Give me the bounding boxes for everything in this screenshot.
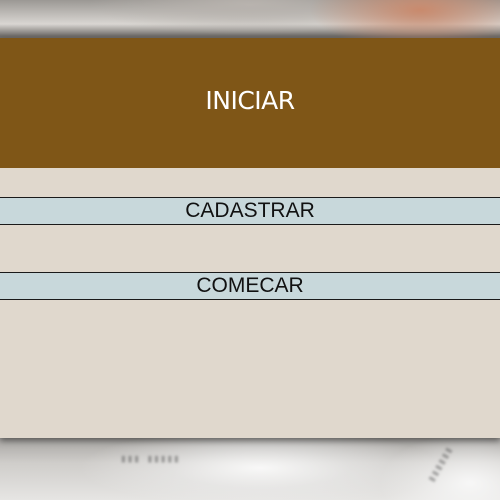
- start-button[interactable]: COMECAR: [0, 272, 500, 300]
- register-button[interactable]: CADASTRAR: [0, 197, 500, 225]
- background-blur-detail: ▮▮▮ ▮▮▮▮▮: [120, 452, 180, 465]
- register-button-label: CADASTRAR: [185, 199, 315, 222]
- page-title: INICIAR: [205, 85, 295, 115]
- start-button-label: COMECAR: [196, 274, 304, 297]
- background-blur-detail: ▮▮▮▮▮▮: [424, 444, 456, 485]
- background-photo-bottom: ▮▮▮ ▮▮▮▮▮ ▮▮▮▮▮▮: [0, 438, 500, 500]
- header-bar: INICIAR: [0, 38, 500, 168]
- start-card: INICIAR CADASTRAR COMECAR: [0, 38, 500, 438]
